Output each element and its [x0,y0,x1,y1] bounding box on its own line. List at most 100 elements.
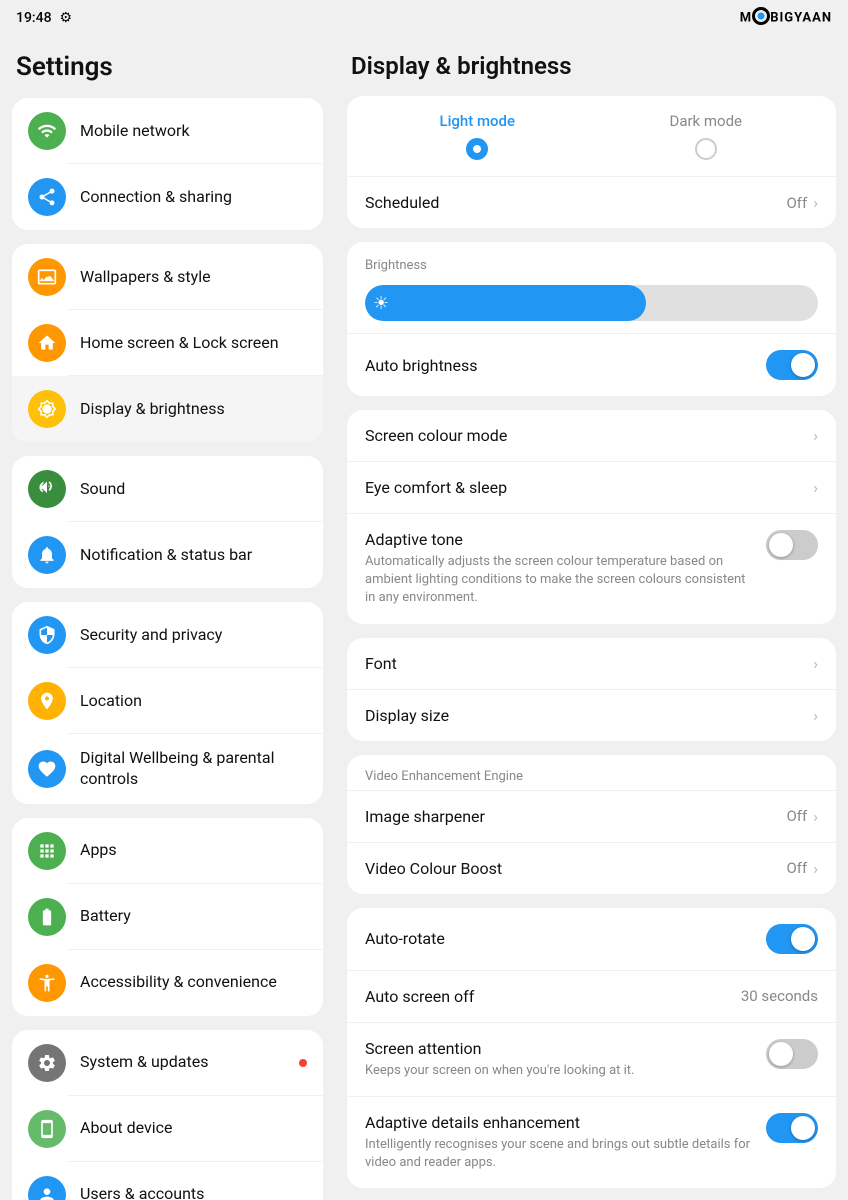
display-size-chevron: › [813,706,818,725]
video-colour-boost-label: Video Colour Boost [365,859,502,878]
adaptive-tone-desc: Automatically adjusts the screen colour … [365,553,754,608]
scheduled-row[interactable]: Scheduled Off › [347,176,836,228]
right-panel: Display & brightness Light mode Dark mod… [335,36,848,1200]
brightness-fill: ☀ [365,285,646,321]
auto-screen-off-right: 30 seconds [741,987,818,1005]
digital-wellbeing-label: Digital Wellbeing & parental controls [80,748,307,790]
image-sharpener-row[interactable]: Image sharpener Off › [347,790,836,842]
sidebar-item-location[interactable]: Location [12,668,323,734]
home-lock-label: Home screen & Lock screen [80,333,279,354]
wallpapers-icon [28,258,66,296]
about-device-label: About device [80,1118,172,1139]
sound-label: Sound [80,479,125,500]
time: 19:48 [16,10,52,26]
gear-icon: ⚙ [60,10,73,26]
auto-rotate-row[interactable]: Auto-rotate [347,908,836,970]
scheduled-value: Off [786,194,807,212]
adaptive-details-toggle[interactable] [766,1113,818,1143]
sidebar-item-digital-wellbeing[interactable]: Digital Wellbeing & parental controls [12,734,323,804]
additional-settings-card: Auto-rotate Auto screen off 30 seconds S… [347,908,836,1189]
video-enhancement-label: Video Enhancement Engine [347,755,836,790]
sidebar-item-display-brightness[interactable]: Display & brightness [12,376,323,442]
auto-rotate-label: Auto-rotate [365,929,445,948]
users-accounts-label: Users & accounts [80,1184,204,1200]
sidebar-item-battery[interactable]: Battery [12,884,323,950]
status-bar: 19:48 ⚙ MBIGYAAN [0,0,848,36]
apps-icon [28,832,66,870]
video-colour-boost-row[interactable]: Video Colour Boost Off › [347,842,836,894]
screen-settings-card: Screen colour mode › Eye comfort & sleep… [347,410,836,624]
video-colour-boost-value: Off [786,859,807,877]
sidebar-item-mobile-network[interactable]: Mobile network [12,98,323,164]
eye-comfort-row[interactable]: Eye comfort & sleep › [347,461,836,513]
system-updates-dot [299,1059,307,1067]
settings-group-display: Wallpapers & style Home screen & Lock sc… [12,244,323,442]
home-lock-icon [28,324,66,362]
connection-sharing-icon [28,178,66,216]
image-sharpener-value: Off [786,807,807,825]
mode-card: Light mode Dark mode Scheduled Off › [347,96,836,228]
logo: MBIGYAAN [740,9,832,27]
display-size-label: Display size [365,706,449,725]
auto-screen-off-row[interactable]: Auto screen off 30 seconds [347,970,836,1022]
font-display-card: Font › Display size › [347,638,836,741]
auto-brightness-row[interactable]: Auto brightness [347,333,836,396]
sidebar-item-accessibility[interactable]: Accessibility & convenience [12,950,323,1016]
sidebar-item-about-device[interactable]: About device [12,1096,323,1162]
light-mode-radio[interactable] [466,138,488,160]
mobile-network-label: Mobile network [80,121,190,142]
users-accounts-icon [28,1176,66,1200]
settings-group-apps: Apps Battery Accessibility & convenience [12,818,323,1016]
scheduled-right: Off › [786,193,818,212]
logo-o-icon [752,7,770,25]
brightness-slider[interactable]: ☀ [365,285,818,321]
digital-wellbeing-icon [28,750,66,788]
system-updates-icon [28,1044,66,1082]
settings-group-system: System & updates About device Users & ac… [12,1030,323,1200]
sidebar-item-users-accounts[interactable]: Users & accounts [12,1162,323,1200]
adaptive-tone-toggle[interactable] [766,530,818,560]
auto-rotate-toggle[interactable] [766,924,818,954]
video-colour-boost-right: Off › [786,859,818,878]
sidebar-item-sound[interactable]: Sound [12,456,323,522]
sidebar-item-apps[interactable]: Apps [12,818,323,884]
sidebar-item-connection-sharing[interactable]: Connection & sharing [12,164,323,230]
image-sharpener-right: Off › [786,807,818,826]
accessibility-label: Accessibility & convenience [80,972,277,993]
notification-icon [28,536,66,574]
brightness-section: Brightness ☀ [347,242,836,327]
logo-text-start: M [740,10,752,25]
font-row[interactable]: Font › [347,638,836,689]
sidebar-item-home-lock[interactable]: Home screen & Lock screen [12,310,323,376]
sidebar-item-security[interactable]: Security and privacy [12,602,323,668]
screen-colour-row[interactable]: Screen colour mode › [347,410,836,461]
location-label: Location [80,691,142,712]
security-icon [28,616,66,654]
display-size-row[interactable]: Display size › [347,689,836,741]
sidebar-item-system-updates[interactable]: System & updates [12,1030,323,1096]
image-sharpener-label: Image sharpener [365,807,485,826]
eye-comfort-label: Eye comfort & sleep [365,478,507,497]
battery-label: Battery [80,906,131,927]
screen-attention-knob [769,1042,793,1066]
dark-mode-label: Dark mode [669,112,742,130]
screen-attention-row: Screen attention Keeps your screen on wh… [347,1022,836,1096]
auto-brightness-label: Auto brightness [365,356,478,375]
dark-mode-radio[interactable] [695,138,717,160]
about-device-icon [28,1110,66,1148]
light-mode-option[interactable]: Light mode [363,112,592,160]
sidebar: Settings Mobile network Connection & sha… [0,36,335,1200]
connection-sharing-label: Connection & sharing [80,187,232,208]
brightness-sun-icon: ☀ [373,293,389,314]
sidebar-item-notification[interactable]: Notification & status bar [12,522,323,588]
brightness-card: Brightness ☀ Auto brightness [347,242,836,396]
dark-mode-option[interactable]: Dark mode [592,112,821,160]
screen-attention-toggle[interactable] [766,1039,818,1069]
location-icon [28,682,66,720]
sidebar-item-wallpapers[interactable]: Wallpapers & style [12,244,323,310]
video-enhancement-card: Video Enhancement Engine Image sharpener… [347,755,836,894]
auto-brightness-toggle[interactable] [766,350,818,380]
notification-label: Notification & status bar [80,545,252,566]
accessibility-icon [28,964,66,1002]
screen-attention-desc: Keeps your screen on when you're looking… [365,1062,754,1080]
